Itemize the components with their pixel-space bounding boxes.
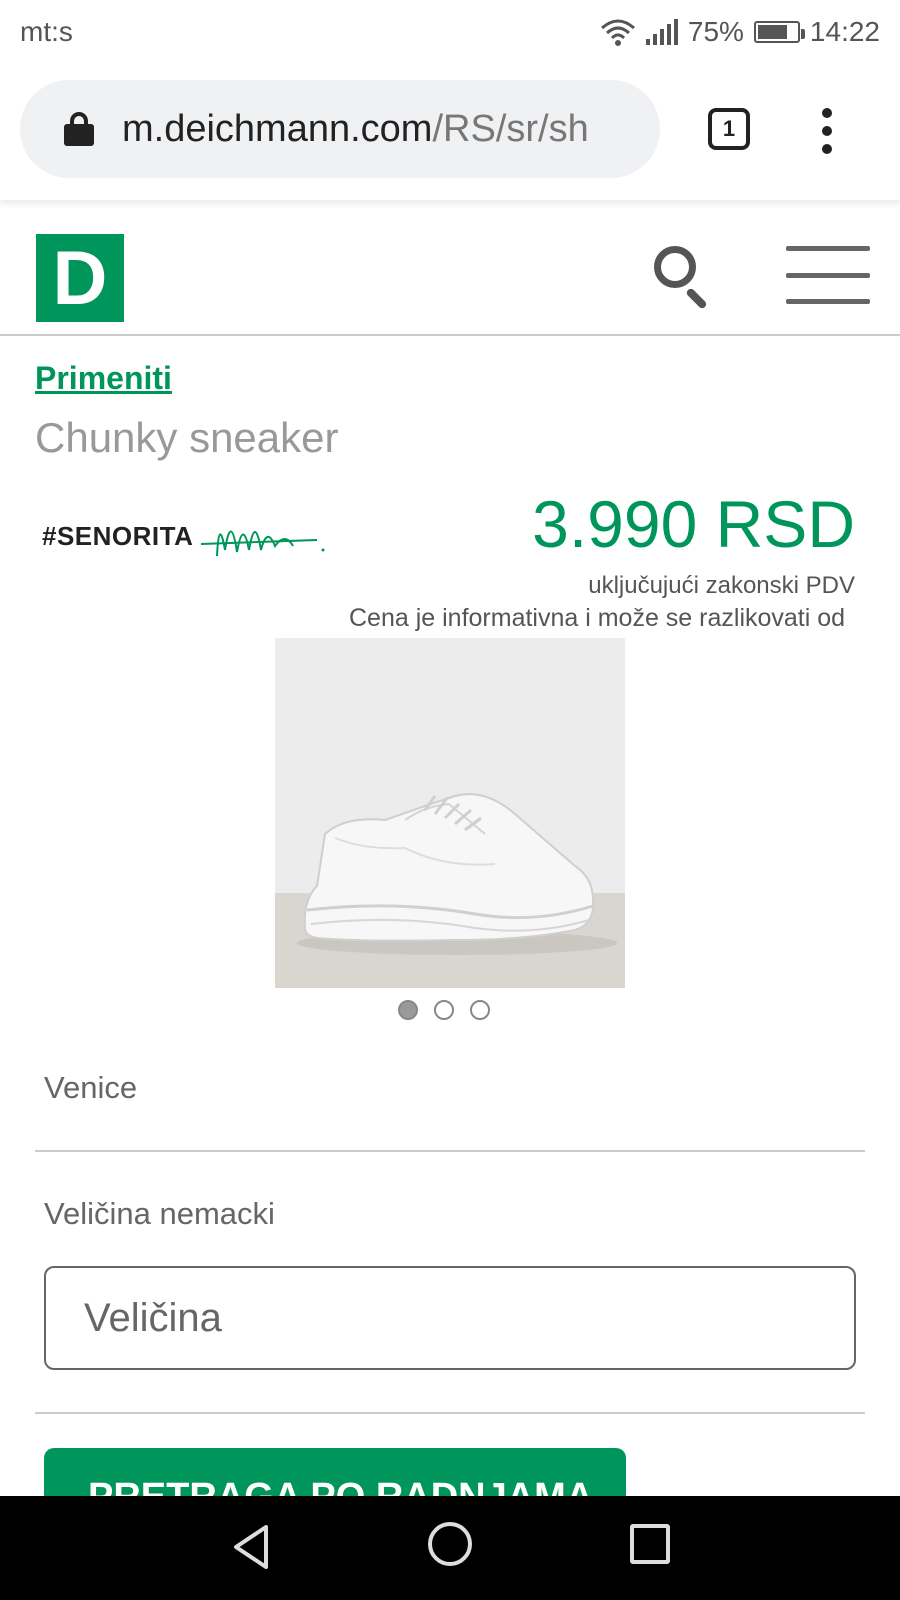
- site-header: D: [0, 200, 900, 336]
- size-label: Veličina nemacki: [44, 1196, 275, 1231]
- battery-percent: 75%: [687, 16, 744, 47]
- home-icon[interactable]: [428, 1522, 472, 1566]
- carousel-dot[interactable]: [434, 1000, 454, 1020]
- browser-toolbar: m.deichmann.com/RS/sr/sh 1: [0, 64, 900, 200]
- more-menu-icon[interactable]: [822, 108, 832, 154]
- brand-name: #SENORITA: [42, 520, 194, 551]
- vat-note: uključujući zakonski PDV: [588, 572, 855, 599]
- divider: [35, 1150, 865, 1152]
- url-text[interactable]: m.deichmann.com/RS/sr/sh: [122, 108, 589, 151]
- sneaker-image: [275, 638, 625, 988]
- signal-icon: [645, 19, 678, 45]
- breadcrumb-link[interactable]: Primeniti: [35, 360, 172, 397]
- carousel-dot[interactable]: [470, 1000, 490, 1020]
- carrier-label: mt:s: [20, 16, 73, 47]
- color-name: Venice: [44, 1070, 138, 1105]
- status-icons: 75% 14:22: [600, 16, 880, 48]
- battery-icon: [753, 21, 805, 43]
- wifi-icon: [600, 19, 635, 46]
- product-image[interactable]: [275, 638, 625, 988]
- recent-apps-icon[interactable]: [630, 1524, 670, 1564]
- product-title: Chunky sneaker: [35, 414, 339, 461]
- back-icon[interactable]: [228, 1522, 276, 1572]
- product-price: 3.990 RSD: [532, 487, 855, 561]
- url-domain: m.deichmann.com: [122, 107, 433, 150]
- deichmann-logo[interactable]: D: [36, 234, 124, 322]
- carousel-dot[interactable]: [398, 1000, 418, 1020]
- clock: 14:22: [809, 16, 880, 47]
- system-navigation-bar: [0, 1496, 900, 1600]
- tab-switcher-button[interactable]: 1: [708, 108, 750, 150]
- search-icon[interactable]: [654, 246, 714, 310]
- address-bar[interactable]: m.deichmann.com/RS/sr/sh: [20, 80, 660, 178]
- price-info-note: Cena je informativna i može se razlikova…: [349, 604, 846, 632]
- url-path: /RS/sr/sh: [432, 107, 589, 150]
- divider: [35, 1412, 865, 1414]
- size-select[interactable]: Veličina: [44, 1266, 856, 1370]
- image-carousel-dots: [398, 1000, 490, 1020]
- hamburger-menu-icon[interactable]: [786, 246, 870, 304]
- status-bar: mt:s 75% 14:22: [0, 0, 900, 64]
- lock-icon: [64, 112, 94, 146]
- brand-signature-icon: [201, 530, 325, 557]
- brand-logo: #SENORITA: [42, 506, 327, 566]
